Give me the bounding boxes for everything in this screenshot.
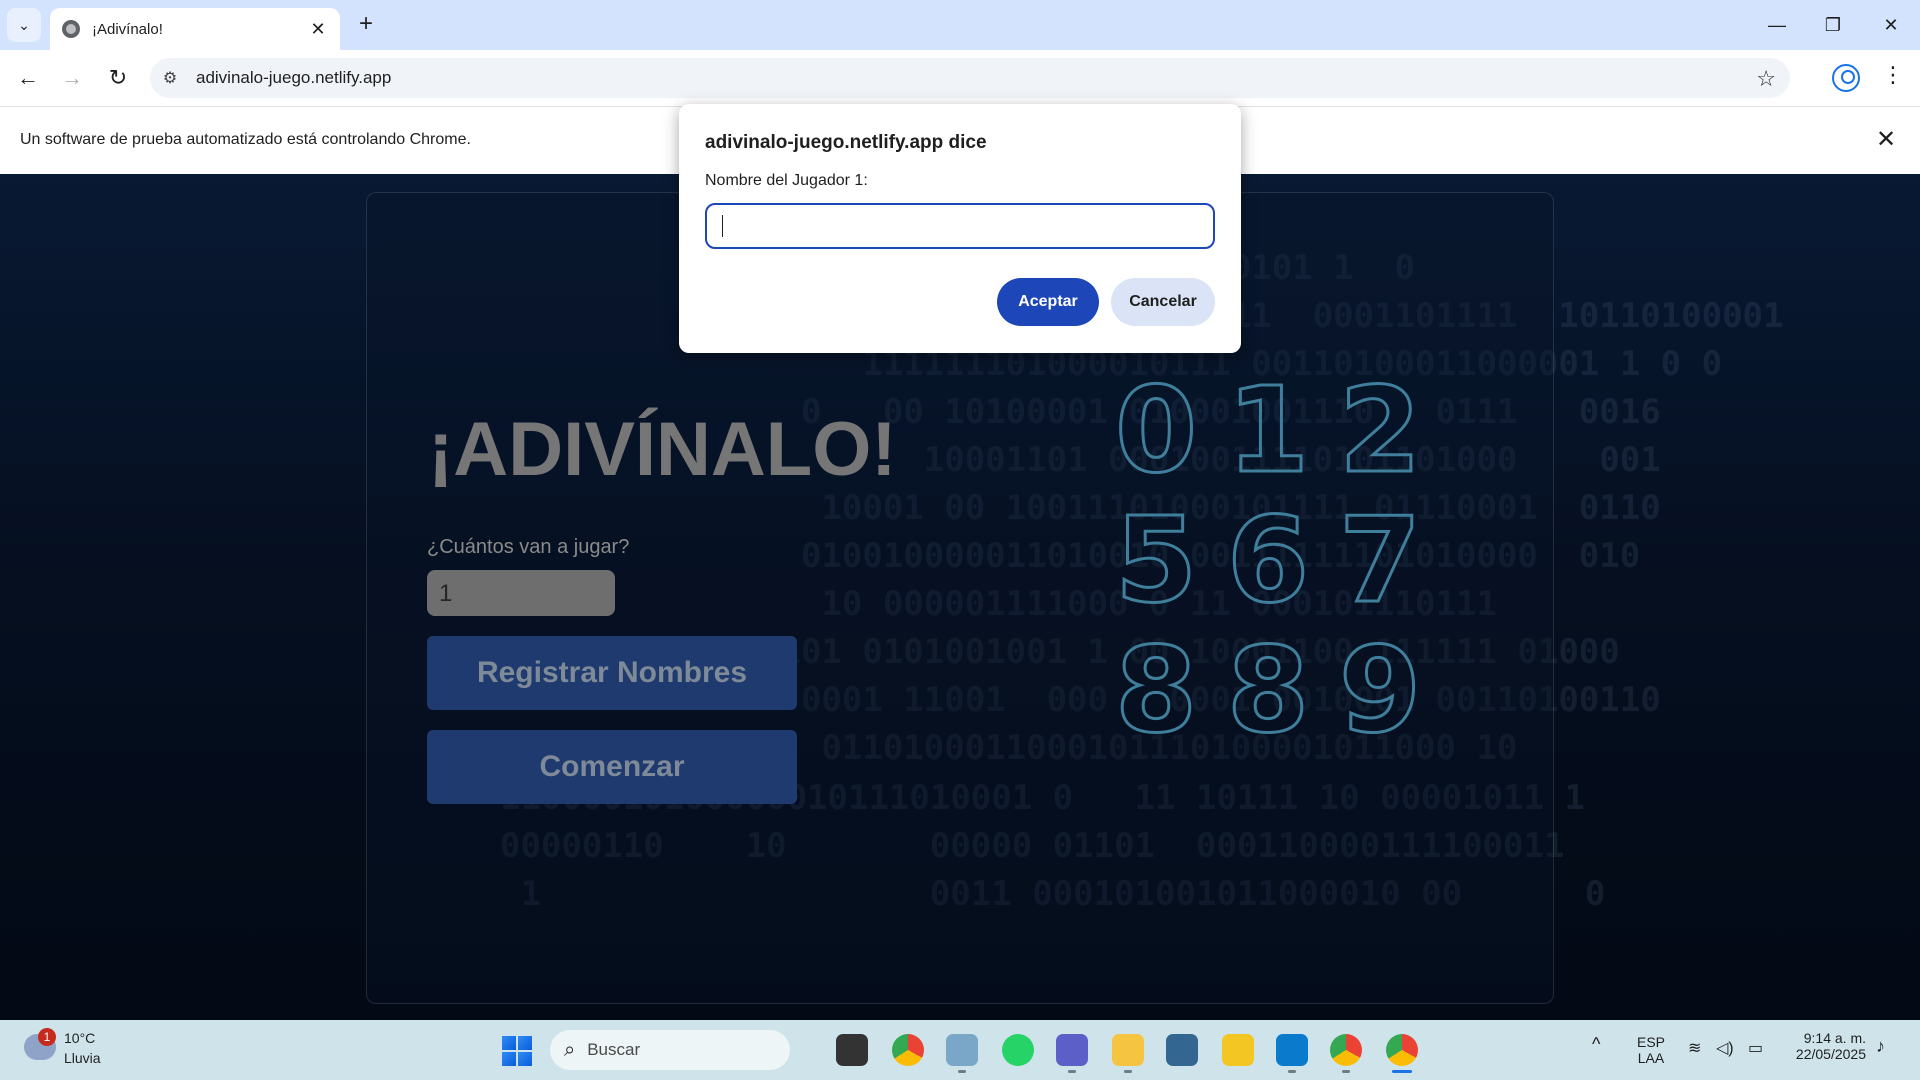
window-close-icon[interactable]: ✕	[1866, 8, 1916, 42]
digit-5: 7	[1337, 491, 1422, 629]
start-game-button[interactable]: Comenzar	[427, 730, 797, 804]
digit-1: 1	[1225, 361, 1310, 499]
infobar-close-icon[interactable]: ✕	[1876, 125, 1896, 154]
digit-3: 5	[1113, 491, 1198, 629]
globe-icon	[62, 20, 80, 38]
browser-tab[interactable]: ¡Adivínalo! ✕	[50, 8, 340, 50]
reload-icon[interactable]: ↻	[102, 62, 134, 94]
chrome-profile-icon[interactable]	[1330, 1034, 1362, 1066]
weather-description[interactable]: Lluvia	[64, 1050, 101, 1066]
search-placeholder: Buscar	[587, 1040, 641, 1059]
lang-layout: LAA	[1637, 1050, 1665, 1066]
players-label: ¿Cuántos van a jugar?	[427, 536, 630, 558]
tab-title: ¡Adivínalo!	[92, 20, 163, 38]
minimize-icon[interactable]: —	[1752, 8, 1802, 42]
url-text: adivinalo-juego.netlify.app	[196, 68, 392, 87]
battery-icon[interactable]: ▭	[1748, 1038, 1763, 1058]
running-indicator	[958, 1070, 966, 1073]
digit-0: 0	[1113, 361, 1198, 499]
whatsapp-icon[interactable]	[1002, 1034, 1034, 1066]
digit-2: 2	[1337, 361, 1422, 499]
file-explorer-icon[interactable]	[1112, 1034, 1144, 1066]
clock-time: 9:14 a. m.	[1803, 1030, 1866, 1046]
search-icon: ⌕	[564, 1038, 576, 1061]
digit-grid: 0 1 2 5 6 7 8 8 9	[1100, 361, 1422, 759]
browser-titlebar: ⌄ ¡Adivínalo! ✕ + — ❐ ✕	[0, 0, 1920, 50]
digit-7: 8	[1225, 621, 1310, 759]
running-indicator	[1124, 1070, 1132, 1073]
notification-bell-icon[interactable]: ♪	[1876, 1036, 1885, 1057]
system-clock[interactable]: 9:14 a. m. 22/05/2025	[1784, 1030, 1866, 1062]
forward-arrow-icon[interactable]: →	[56, 62, 88, 94]
clock-date: 22/05/2025	[1795, 1046, 1866, 1062]
digit-6: 8	[1113, 621, 1198, 759]
postgresql-icon[interactable]	[1166, 1034, 1198, 1066]
menu-dots-icon[interactable]: ⋮	[1882, 62, 1904, 88]
profile-icon[interactable]	[1832, 64, 1860, 92]
accept-button[interactable]: Aceptar	[997, 278, 1099, 326]
player-name-input[interactable]	[705, 203, 1215, 249]
windows-taskbar: 1 10°C Lluvia ⌕ Buscar ^ ESP LAA ≋ ◁) ▭ …	[0, 1020, 1920, 1080]
text-caret	[722, 215, 723, 237]
digit-8: 9	[1337, 621, 1422, 759]
vscode-icon[interactable]	[1276, 1034, 1308, 1066]
game-title: ¡ADIVÍNALO!	[428, 407, 897, 492]
chrome-active-icon[interactable]	[1386, 1034, 1418, 1066]
tray-chevron-up-icon[interactable]: ^	[1592, 1034, 1600, 1055]
language-indicator[interactable]: ESP LAA	[1636, 1034, 1666, 1066]
players-count-input[interactable]: 1	[427, 570, 615, 616]
prompt-dialog: adivinalo-juego.netlify.app dice Nombre …	[679, 104, 1241, 353]
running-indicator	[1288, 1070, 1296, 1073]
site-settings-icon[interactable]: ⚙	[150, 68, 190, 88]
bookmark-star-icon[interactable]: ☆	[1756, 66, 1776, 92]
tab-search-chevron-icon[interactable]: ⌄	[7, 8, 41, 42]
weather-notification-badge: 1	[38, 1028, 56, 1046]
browser-toolbar: ← → ↻ ⚙ adivinalo-juego.netlify.app ☆ ⋮	[0, 50, 1920, 106]
windows-start-icon[interactable]	[502, 1036, 532, 1066]
running-indicator	[1342, 1070, 1350, 1073]
register-names-button[interactable]: Registrar Nombres	[427, 636, 797, 710]
running-indicator	[1068, 1070, 1076, 1073]
dialog-label: Nombre del Jugador 1:	[705, 172, 868, 189]
task-view-icon[interactable]	[836, 1034, 868, 1066]
chrome-icon[interactable]	[892, 1034, 924, 1066]
volume-icon[interactable]: ◁)	[1716, 1038, 1734, 1058]
infobar-message: Un software de prueba automatizado está …	[20, 131, 471, 148]
cancel-button[interactable]: Cancelar	[1111, 278, 1215, 326]
new-tab-plus-icon[interactable]: +	[352, 10, 380, 38]
snipping-tool-icon[interactable]	[946, 1034, 978, 1066]
dialog-title: adivinalo-juego.netlify.app dice	[705, 132, 987, 153]
teams-icon[interactable]	[1056, 1034, 1088, 1066]
digit-4: 6	[1225, 491, 1310, 629]
address-bar[interactable]: ⚙ adivinalo-juego.netlify.app ☆	[150, 58, 1790, 98]
back-arrow-icon[interactable]: ←	[12, 62, 44, 94]
lang-code: ESP	[1636, 1034, 1665, 1050]
taskbar-search[interactable]: ⌕ Buscar	[550, 1030, 790, 1070]
wifi-icon[interactable]: ≋	[1688, 1038, 1701, 1058]
weather-temperature[interactable]: 10°C	[64, 1030, 95, 1046]
tab-close-icon[interactable]: ✕	[308, 19, 328, 40]
active-indicator	[1392, 1070, 1412, 1073]
restore-icon[interactable]: ❐	[1808, 8, 1858, 42]
app-cube-icon[interactable]	[1222, 1034, 1254, 1066]
